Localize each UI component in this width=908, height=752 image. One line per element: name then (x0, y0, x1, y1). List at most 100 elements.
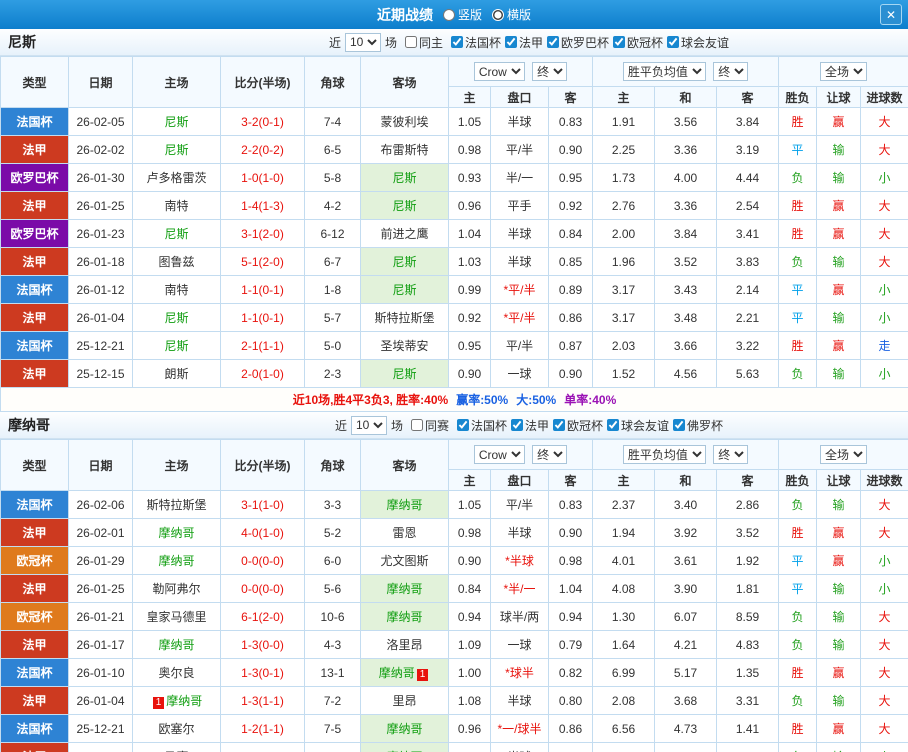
team-link[interactable]: 里昂 (392, 694, 416, 708)
league-checkbox[interactable] (613, 36, 626, 48)
avg-type-select[interactable]: 胜平负均值 (622, 62, 706, 81)
bookmaker-select[interactable]: Crow (473, 62, 525, 81)
full-match-select[interactable]: 全场 (820, 62, 868, 81)
result-cell: 负 (778, 163, 818, 192)
team-link[interactable]: 摩纳哥 (158, 526, 194, 540)
avg-away-cell: 1.81 (715, 574, 780, 603)
avg-final-select[interactable]: 终 (713, 62, 749, 81)
team-link[interactable]: 尼斯 (164, 143, 188, 157)
avg-away-cell: 3.31 (715, 686, 780, 715)
team-link[interactable]: 摩纳哥 (158, 554, 194, 568)
league-filter[interactable]: 佛罗杯 (673, 417, 723, 434)
team-link[interactable]: 尼斯 (392, 283, 416, 297)
team-link[interactable]: 奥尔良 (158, 666, 194, 680)
same-filter[interactable]: 同赛 (410, 417, 449, 434)
league-filter[interactable]: 法国杯 (456, 417, 507, 434)
league-filter[interactable]: 欧冠杯 (613, 34, 663, 51)
same-filter[interactable]: 同主 (404, 34, 443, 51)
league-checkbox[interactable] (511, 419, 523, 431)
team-link[interactable]: 圣埃蒂安 (380, 339, 428, 353)
league-filter[interactable]: 球会友谊 (607, 417, 669, 434)
team-link[interactable]: 洛里昂 (386, 638, 422, 652)
team-link[interactable]: 图鲁兹 (158, 255, 194, 269)
avg-final-select[interactable]: 终 (713, 445, 749, 464)
team-link[interactable]: 尼斯 (392, 255, 416, 269)
team-link[interactable]: 尼斯 (164, 311, 188, 325)
avg-home-cell: 6.56 (592, 714, 655, 743)
away-team-cell: 摩纳哥 (360, 714, 449, 743)
league-checkbox[interactable] (450, 36, 463, 48)
league-checkbox[interactable] (456, 419, 469, 431)
match-count-select[interactable]: 10 (344, 32, 381, 52)
team-link[interactable]: 前进之鹰 (380, 227, 428, 241)
league-filter[interactable]: 法甲 (505, 34, 543, 51)
avg-home-cell: 4.01 (592, 546, 655, 575)
team-link[interactable]: 朗斯 (164, 367, 188, 381)
match-row: 法国杯 26-01-10 奥尔良 1-3(0-1) 13-1 摩纳哥 1 1.00 *球半 0.8… (0, 658, 908, 687)
avg-draw-cell: 3.52 (654, 247, 717, 276)
league-checkbox[interactable] (673, 419, 686, 431)
team-link[interactable]: 尼斯 (164, 339, 188, 353)
competition-badge: 法甲 (0, 518, 69, 547)
team-link[interactable]: 摩纳哥 (386, 498, 422, 512)
team-link[interactable]: 皇家马德里 (146, 610, 206, 624)
team-link[interactable]: 布雷斯特 (380, 143, 428, 157)
league-filter[interactable]: 球会友谊 (667, 34, 729, 51)
team-link[interactable]: 欧塞尔 (158, 722, 194, 736)
team-link[interactable]: 尼斯 (392, 367, 416, 381)
team-link[interactable]: 摩纳哥 (386, 610, 422, 624)
layout-horizontal-option[interactable]: 横版 (492, 6, 531, 23)
league-filter[interactable]: 欧罗巴杯 (547, 34, 609, 51)
odds-final-select[interactable]: 终 (532, 62, 568, 81)
match-count-select[interactable]: 10 (350, 415, 387, 435)
team-link[interactable]: 勒阿弗尔 (152, 582, 200, 596)
competition-badge: 法甲 (0, 574, 69, 603)
handicap-cell: 半球 (490, 219, 549, 248)
team-link[interactable]: 尼斯 (164, 115, 188, 129)
team-link[interactable]: 斯特拉斯堡 (374, 311, 434, 325)
team-link[interactable]: 摩纳哥 (386, 722, 422, 736)
team-link[interactable]: 斯特拉斯堡 (146, 498, 206, 512)
same-checkbox[interactable] (410, 419, 423, 431)
avg-group-header: 胜平负均值 终 (591, 56, 780, 87)
team-link[interactable]: 尼斯 (164, 227, 188, 241)
team-link[interactable]: 摩纳哥 (166, 694, 202, 708)
team-link[interactable]: 摩纳哥 (158, 638, 194, 652)
vertical-radio[interactable] (442, 8, 455, 21)
league-filter[interactable]: 法国杯 (450, 34, 501, 51)
let-ball-cell: 赢 (816, 107, 862, 136)
team-link[interactable]: 南特 (164, 283, 188, 297)
league-checkbox[interactable] (607, 419, 620, 431)
avg-type-select[interactable]: 胜平负均值 (622, 445, 706, 464)
col-corner: 角球 (304, 56, 361, 108)
league-filter[interactable]: 欧冠杯 (553, 417, 603, 434)
bookmaker-select[interactable]: Crow (473, 445, 525, 464)
odds-final-select[interactable]: 终 (532, 445, 568, 464)
home-team-cell: 勒阿弗尔 (132, 574, 221, 603)
match-date: 26-01-25 (68, 574, 133, 603)
horizontal-radio[interactable] (492, 8, 504, 21)
team-link[interactable]: 蒙彼利埃 (380, 115, 428, 129)
team-link[interactable]: 尼斯 (392, 199, 416, 213)
score-cell: 1-3(0-0) (220, 630, 305, 659)
league-filter[interactable]: 法甲 (511, 417, 549, 434)
team-header-bar: 摩纳哥 近 10 场 同赛 法国杯 法甲 欧冠杯 球会友谊 佛罗杯 (0, 412, 908, 439)
team-link[interactable]: 雷恩 (392, 526, 416, 540)
team-link[interactable]: 南特 (164, 199, 188, 213)
competition-badge: 法国杯 (0, 490, 69, 519)
horizontal-label: 横版 (507, 8, 532, 22)
team-link[interactable]: 尼斯 (392, 171, 416, 185)
team-link[interactable]: 尤文图斯 (380, 554, 428, 568)
match-row: 法国杯 26-01-12 南特 1-1(0-1) 1-8 尼斯 0.99 *平/半 0.89 3.… (0, 275, 908, 304)
team-link[interactable]: 摩纳哥 (386, 582, 422, 596)
league-checkbox[interactable] (505, 36, 517, 48)
team-link[interactable]: 摩纳哥 (379, 666, 415, 680)
league-checkbox[interactable] (553, 419, 566, 431)
same-checkbox[interactable] (404, 36, 417, 48)
close-icon[interactable]: ✕ (880, 4, 902, 25)
league-checkbox[interactable] (547, 36, 560, 48)
league-checkbox[interactable] (667, 36, 680, 48)
full-match-select[interactable]: 全场 (820, 445, 868, 464)
team-link[interactable]: 卢多格雷茨 (146, 171, 206, 185)
layout-vertical-option[interactable]: 竖版 (442, 6, 482, 23)
